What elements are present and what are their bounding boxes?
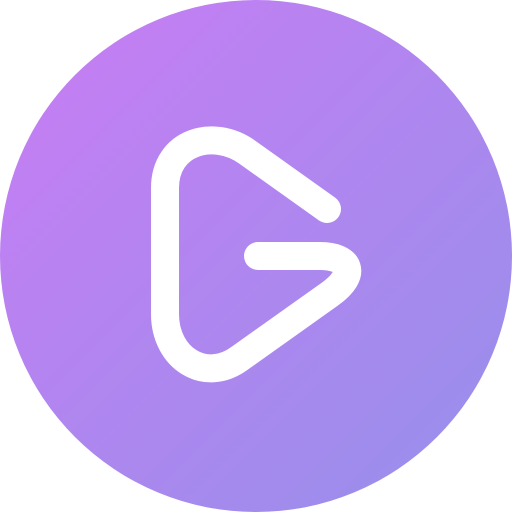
play-g-logo-icon[interactable] (0, 0, 512, 512)
app-icon-canvas (0, 0, 512, 512)
